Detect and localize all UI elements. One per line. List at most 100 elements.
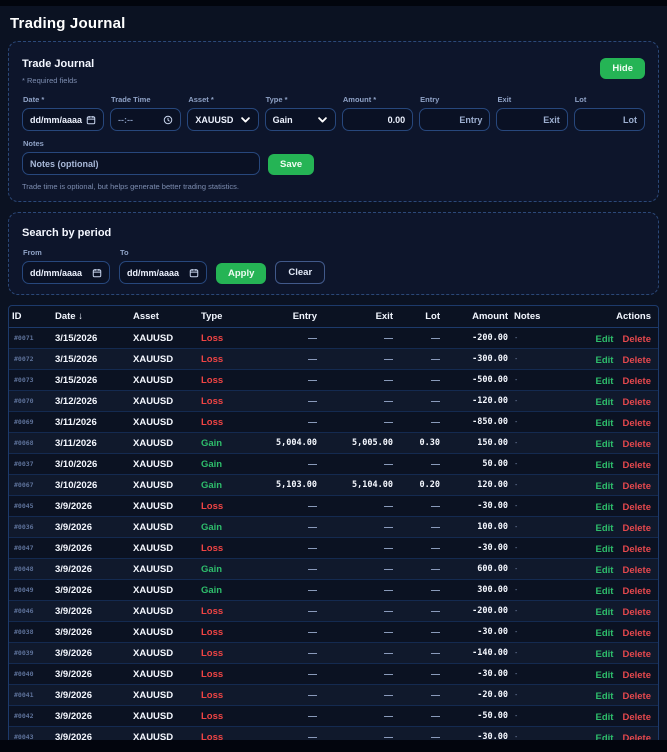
delete-link[interactable]: Delete [622,712,651,723]
trade-id: #0067 [14,481,34,489]
hide-button[interactable]: Hide [600,58,645,79]
trade-notes: - [515,649,518,657]
exit-field-group: Exit Exit [496,95,568,131]
save-button[interactable]: Save [268,154,315,175]
delete-link[interactable]: Delete [622,670,651,681]
edit-link[interactable]: Edit [596,418,614,429]
trade-exit: — [384,417,393,427]
edit-link[interactable]: Edit [596,628,614,639]
trade-lot: — [431,585,440,595]
edit-link[interactable]: Edit [596,607,614,618]
notes-input[interactable]: Notes (optional) [22,152,260,175]
notes-label: Notes [23,139,44,148]
trade-exit: — [384,522,393,532]
edit-link[interactable]: Edit [596,334,614,345]
edit-link[interactable]: Edit [596,670,614,681]
trade-id: #0038 [14,628,34,636]
edit-link[interactable]: Edit [596,544,614,555]
from-date-input[interactable]: dd/mm/aaaa [22,261,110,284]
amount-field-group: Amount * 0.00 [341,95,414,131]
time-label: Trade Time [111,95,151,104]
lot-input[interactable]: Lot [573,108,645,131]
edit-link[interactable]: Edit [596,523,614,534]
delete-link[interactable]: Delete [622,607,651,618]
trade-amount: -30.00 [477,501,508,511]
header-type: Type [201,311,223,322]
delete-link[interactable]: Delete [622,418,651,429]
edit-link[interactable]: Edit [596,397,614,408]
trade-asset: XAUUSD [133,458,174,470]
trade-actions: Edit Delete [560,455,658,473]
delete-link[interactable]: Delete [622,628,651,639]
edit-link[interactable]: Edit [596,439,614,450]
entry-input[interactable]: Entry [419,108,491,131]
delete-link[interactable]: Delete [622,334,651,345]
table-row: #0073 3/15/2026 XAUUSD Loss — — — -500.00- Edit D… [9,370,658,391]
edit-link[interactable]: Edit [596,460,614,471]
trade-exit: — [384,627,393,637]
trade-notes: - [515,481,518,489]
delete-link[interactable]: Delete [622,502,651,513]
delete-link[interactable]: Delete [622,376,651,387]
delete-link[interactable]: Delete [622,397,651,408]
trade-id: #0047 [14,544,34,552]
trade-date: 3/11/2026 [55,437,97,449]
time-input[interactable]: --:-- [110,108,182,131]
date-input[interactable]: dd/mm/aaaa [22,108,105,131]
exit-input[interactable]: Exit [496,108,568,131]
edit-link[interactable]: Edit [596,733,614,740]
clear-button[interactable]: Clear [275,261,326,284]
trade-exit: — [384,459,393,469]
edit-link[interactable]: Edit [596,355,614,366]
trade-id: #0069 [14,418,34,426]
trade-asset: XAUUSD [133,605,174,617]
amount-input[interactable]: 0.00 [341,108,414,131]
delete-link[interactable]: Delete [622,355,651,366]
lot-label: Lot [574,95,587,104]
trade-type: Loss [201,353,224,365]
type-select[interactable]: Gain [264,108,336,131]
delete-link[interactable]: Delete [622,565,651,576]
time-field-group: Trade Time --:-- [110,95,182,131]
trade-type: Loss [201,668,224,680]
delete-link[interactable]: Delete [622,586,651,597]
delete-link[interactable]: Delete [622,439,651,450]
trade-actions: Edit Delete [560,728,658,740]
header-date-sort[interactable]: Date ↓ [52,311,130,322]
trade-asset: XAUUSD [133,437,174,449]
delete-link[interactable]: Delete [622,481,651,492]
trade-type: Loss [201,395,224,407]
delete-link[interactable]: Delete [622,544,651,555]
asset-label: Asset * [188,95,214,104]
edit-link[interactable]: Edit [596,649,614,660]
trade-id: #0040 [14,670,34,678]
trade-actions: Edit Delete [560,329,658,347]
trade-amount: -30.00 [477,543,508,553]
edit-link[interactable]: Edit [596,712,614,723]
delete-link[interactable]: Delete [622,460,651,471]
delete-link[interactable]: Delete [622,649,651,660]
delete-link[interactable]: Delete [622,691,651,702]
edit-link[interactable]: Edit [596,691,614,702]
delete-link[interactable]: Delete [622,733,651,740]
edit-link[interactable]: Edit [596,502,614,513]
table-row: #0047 3/9/2026 XAUUSD Loss — — — -30.00- Edit Del… [9,538,658,559]
edit-link[interactable]: Edit [596,481,614,492]
calendar-icon [92,268,102,278]
trade-id: #0048 [14,565,34,573]
edit-link[interactable]: Edit [596,376,614,387]
trade-id: #0039 [14,649,34,657]
trade-exit: 5,005.00 [352,438,393,448]
trade-id: #0045 [14,502,34,510]
to-date-input[interactable]: dd/mm/aaaa [119,261,207,284]
edit-link[interactable]: Edit [596,586,614,597]
apply-button[interactable]: Apply [216,263,267,284]
edit-link[interactable]: Edit [596,565,614,576]
trade-entry: — [308,543,317,553]
header-notes: Notes [514,311,541,322]
delete-link[interactable]: Delete [622,523,651,534]
trade-amount: -30.00 [477,669,508,679]
trade-exit: — [384,543,393,553]
trade-type: Loss [201,332,224,344]
asset-select[interactable]: XAUUSD [187,108,259,131]
